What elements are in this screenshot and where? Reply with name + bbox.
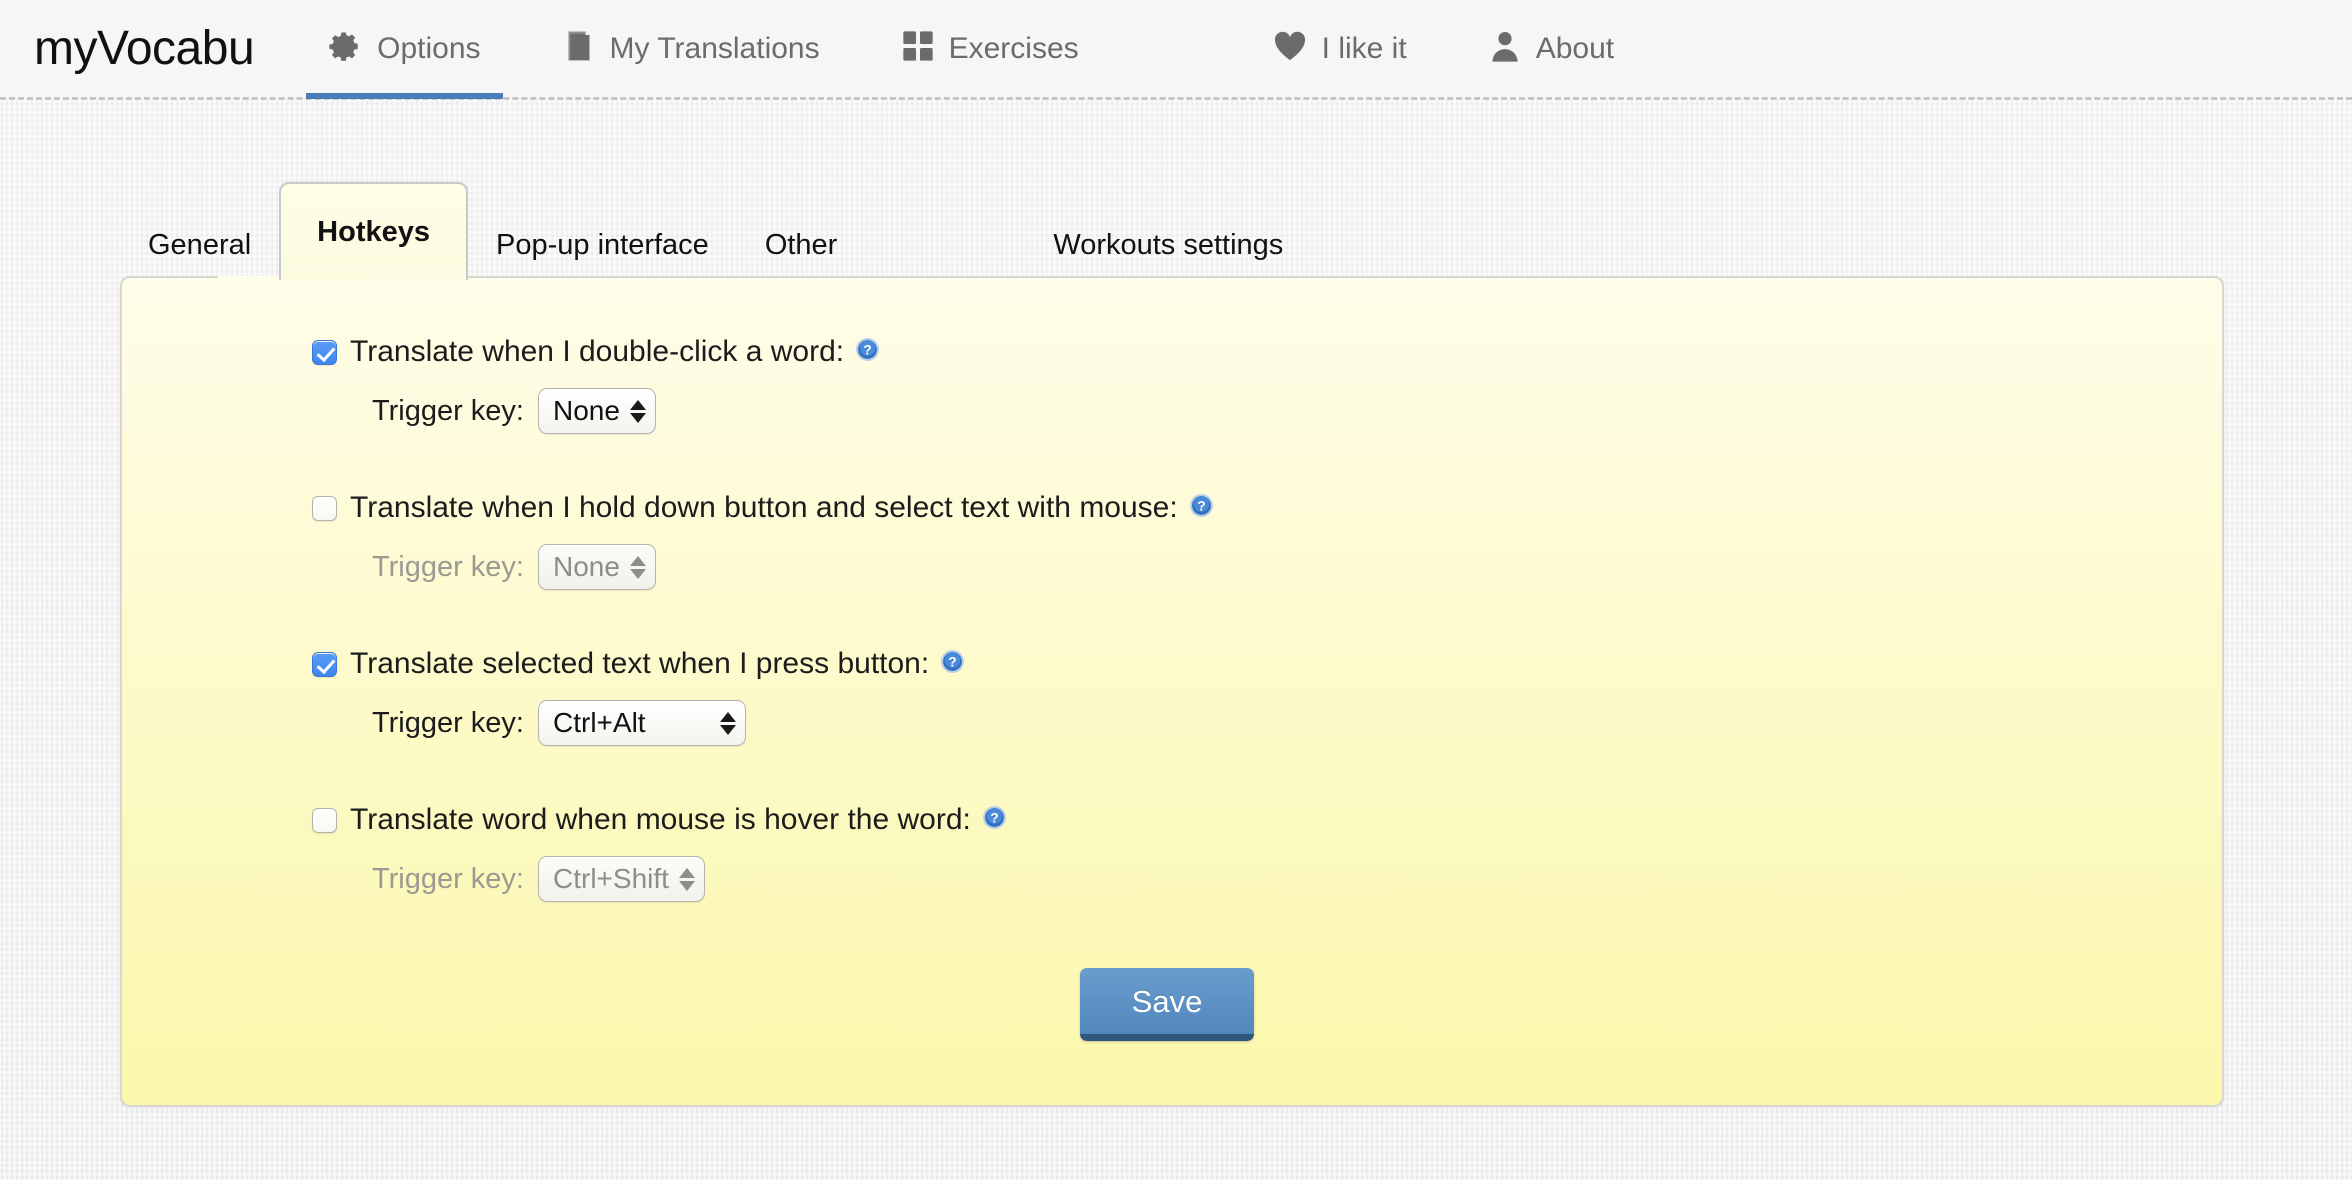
option-header: Translate word when mouse is hover the w…: [122, 794, 2222, 846]
nav-item-label: I like it: [1321, 31, 1407, 65]
trigger-key-value: None: [553, 395, 620, 426]
tab-workouts-settings[interactable]: Workouts settings: [1025, 214, 1311, 276]
heart-icon: [1273, 30, 1307, 67]
checkbox-translate-hover-word[interactable]: [312, 807, 337, 833]
help-circle-icon[interactable]: ?: [1189, 493, 1214, 523]
svg-text:?: ?: [949, 655, 957, 670]
option-label: Translate word when mouse is hover the w…: [350, 803, 971, 836]
nav-item-options[interactable]: Options: [306, 0, 503, 99]
save-button-container: Save: [122, 968, 2222, 1041]
option-label: Translate selected text when I press but…: [350, 647, 930, 680]
option-label: Translate when I double-click a word:: [350, 335, 845, 368]
option-header: Translate selected text when I press but…: [122, 638, 2222, 690]
book-icon: [563, 29, 595, 68]
nav-item-i-like-it[interactable]: I like it: [1251, 0, 1429, 99]
trigger-key-value: Ctrl+Shift: [553, 863, 669, 894]
settings-tab-bar: General Hotkeys Pop-up interface Other W…: [120, 180, 2352, 280]
trigger-key-row: Trigger key: Ctrl+Shift: [122, 846, 2222, 912]
tab-label: General: [148, 228, 252, 261]
save-button[interactable]: Save: [1079, 968, 1255, 1041]
trigger-key-label: Trigger key:: [371, 394, 524, 427]
nav-item-label: About: [1535, 31, 1615, 65]
tab-label: Hotkeys: [317, 215, 430, 248]
person-icon: [1489, 30, 1521, 68]
trigger-key-label: Trigger key:: [371, 550, 524, 583]
trigger-key-select-double-click[interactable]: None: [538, 388, 656, 434]
option-label: Translate when I hold down button and se…: [350, 491, 1178, 524]
checkbox-translate-double-click[interactable]: [312, 339, 337, 365]
chevron-updown-icon: [629, 399, 646, 423]
nav-item-exercises[interactable]: Exercises: [880, 0, 1101, 99]
top-navigation-bar: myVocabu Options My Translations Exercis…: [0, 0, 2352, 100]
tab-general[interactable]: General: [120, 214, 279, 276]
tab-label: Workouts settings: [1053, 228, 1284, 261]
grid-icon: [902, 30, 934, 67]
page-content: General Hotkeys Pop-up interface Other W…: [0, 100, 2352, 1107]
trigger-key-label: Trigger key:: [371, 706, 524, 739]
trigger-key-select-hover-word[interactable]: Ctrl+Shift: [538, 856, 705, 902]
trigger-key-label: Trigger key:: [371, 862, 524, 895]
app-brand-title: myVocabu: [34, 21, 255, 75]
trigger-key-value: None: [553, 551, 620, 582]
chevron-updown-icon: [629, 555, 646, 579]
hotkeys-settings-panel: Translate when I double-click a word: ? …: [120, 276, 2224, 1107]
tab-label: Pop-up interface: [496, 228, 709, 261]
gear-icon: [328, 29, 362, 68]
option-header: Translate when I hold down button and se…: [122, 482, 2222, 534]
nav-item-label: Options: [377, 31, 481, 65]
tab-popup-interface[interactable]: Pop-up interface: [468, 214, 737, 276]
trigger-key-row: Trigger key: None: [122, 378, 2222, 444]
option-row: Translate word when mouse is hover the w…: [122, 794, 2222, 912]
help-circle-icon[interactable]: ?: [982, 805, 1007, 835]
nav-item-my-translations[interactable]: My Translations: [541, 0, 842, 99]
option-row: Translate when I hold down button and se…: [122, 482, 2222, 600]
trigger-key-row: Trigger key: Ctrl+Alt: [122, 690, 2222, 756]
chevron-updown-icon: [678, 867, 695, 891]
help-circle-icon[interactable]: ?: [855, 337, 880, 367]
option-row: Translate selected text when I press but…: [122, 638, 2222, 756]
trigger-key-row: Trigger key: None: [122, 534, 2222, 600]
chevron-updown-icon: [720, 711, 736, 735]
tab-label: Other: [764, 228, 838, 261]
trigger-key-value: Ctrl+Alt: [553, 707, 646, 738]
tab-hotkeys[interactable]: Hotkeys: [279, 182, 468, 280]
checkbox-translate-hold-select[interactable]: [312, 495, 337, 521]
nav-item-label: My Translations: [609, 31, 820, 65]
trigger-key-select-hold-select[interactable]: None: [538, 544, 656, 590]
option-header: Translate when I double-click a word: ?: [122, 326, 2222, 378]
checkbox-translate-selected-press-button[interactable]: [312, 651, 337, 677]
svg-text:?: ?: [1197, 499, 1205, 514]
svg-text:?: ?: [990, 811, 998, 826]
svg-text:?: ?: [863, 343, 871, 358]
option-row: Translate when I double-click a word: ? …: [122, 326, 2222, 444]
nav-item-about[interactable]: About: [1467, 0, 1636, 99]
trigger-key-select-press-button[interactable]: Ctrl+Alt: [538, 700, 746, 746]
nav-item-label: Exercises: [948, 31, 1079, 65]
tab-other[interactable]: Other: [737, 214, 866, 276]
help-circle-icon[interactable]: ?: [940, 649, 965, 679]
